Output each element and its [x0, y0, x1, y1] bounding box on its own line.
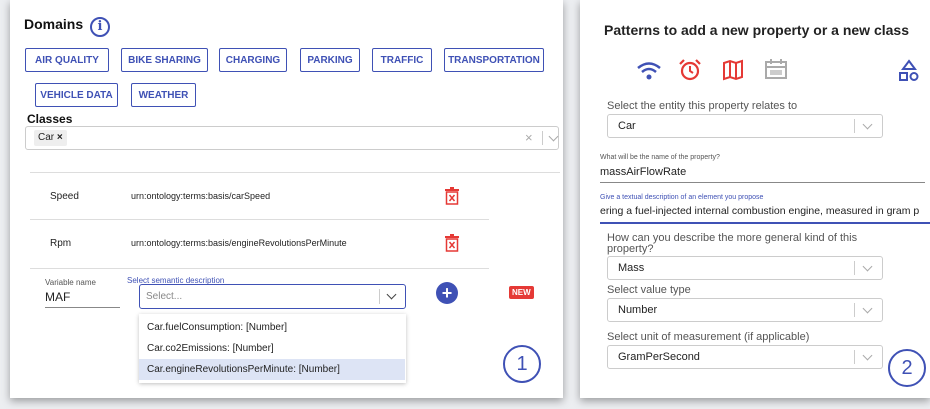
chip-vehicle-data[interactable]: VEHICLE DATA — [35, 83, 118, 107]
variable-name-input[interactable]: MAF — [45, 290, 70, 304]
semantic-annotation-panel: Domains i AIR QUALITY BIKE SHARING CHARG… — [10, 0, 563, 398]
chevron-down-icon[interactable] — [862, 261, 873, 272]
value-type-label: Select value type — [607, 284, 691, 296]
step-number-badge: 1 — [503, 345, 541, 383]
row-name: Rpm — [50, 238, 72, 249]
chip-weather[interactable]: WEATHER — [131, 83, 196, 107]
variable-name-label: Variable name — [45, 278, 96, 287]
calendar-icon[interactable] — [764, 58, 788, 80]
property-name-label: What will be the name of the property? — [600, 154, 720, 161]
dropdown-option-highlighted[interactable]: Car.engineRevolutionsPerMinute: [Number] — [139, 359, 405, 380]
classes-title: Classes — [27, 112, 73, 126]
value-type-select[interactable]: Number — [607, 298, 883, 322]
semantic-placeholder: Select... — [146, 291, 183, 302]
unit-select[interactable]: GramPerSecond — [607, 345, 883, 369]
general-kind-label-cont: property? — [607, 243, 654, 255]
description-underline — [600, 222, 930, 224]
wifi-icon[interactable] — [636, 60, 662, 82]
select-separator — [854, 303, 855, 317]
select-separator — [854, 261, 855, 275]
chip-parking[interactable]: PARKING — [300, 48, 360, 72]
chip-transportation[interactable]: TRANSPORTATION — [444, 48, 544, 72]
domains-title: Domains — [24, 16, 84, 32]
chevron-down-icon[interactable] — [386, 289, 397, 300]
delete-trash-icon[interactable] — [445, 234, 459, 252]
chip-bike-sharing[interactable]: BIKE SHARING — [121, 48, 208, 72]
description-label: Give a textual description of an element… — [600, 194, 764, 201]
select-separator — [542, 131, 543, 145]
new-badge[interactable]: NEW — [509, 286, 534, 299]
add-button[interactable]: + — [436, 282, 458, 304]
row-name: Speed — [50, 191, 79, 202]
step-number-badge: 2 — [888, 349, 926, 387]
table-divider — [30, 172, 560, 173]
classes-select[interactable]: Car × × — [25, 126, 559, 150]
chevron-down-icon[interactable] — [548, 131, 559, 142]
shapes-icon[interactable] — [898, 59, 920, 83]
row-uri: urn:ontology:terms:basis/engineRevolutio… — [131, 238, 347, 248]
variable-name-underline — [45, 307, 120, 308]
class-tag-label: Car — [38, 132, 55, 143]
chip-air-quality[interactable]: AIR QUALITY — [25, 48, 109, 72]
property-name-underline — [600, 182, 925, 183]
select-separator — [854, 119, 855, 133]
class-tag-car: Car × — [34, 130, 67, 146]
property-name-input[interactable]: massAirFlowRate — [600, 166, 686, 178]
value-type-value: Number — [618, 304, 658, 316]
dropdown-option[interactable]: Car.co2Emissions: [Number] — [139, 338, 405, 359]
property-pattern-panel: Patterns to add a new property or a new … — [580, 0, 930, 398]
row-uri: urn:ontology:terms:basis/carSpeed — [131, 191, 271, 201]
semantic-select[interactable]: Select... — [139, 284, 406, 309]
chevron-down-icon[interactable] — [862, 303, 873, 314]
chip-traffic[interactable]: TRAFFIC — [372, 48, 432, 72]
alarm-clock-icon[interactable] — [678, 58, 702, 82]
entity-value: Car — [618, 120, 636, 132]
remove-tag-icon[interactable]: × — [57, 132, 63, 143]
chevron-down-icon[interactable] — [862, 350, 873, 361]
entity-select[interactable]: Car — [607, 114, 883, 138]
unit-value: GramPerSecond — [618, 351, 700, 363]
chevron-down-icon[interactable] — [862, 119, 873, 130]
patterns-title: Patterns to add a new property or a new … — [604, 22, 909, 38]
chip-charging[interactable]: CHARGING — [219, 48, 287, 72]
general-kind-select[interactable]: Mass — [607, 256, 883, 280]
general-kind-value: Mass — [618, 262, 645, 274]
dropdown-option[interactable]: Car.fuelConsumption: [Number] — [139, 317, 405, 338]
unit-label: Select unit of measurement (if applicabl… — [607, 331, 810, 343]
table-row-line — [30, 219, 489, 220]
entity-label: Select the entity this property relates … — [607, 100, 798, 112]
description-input[interactable]: ering a fuel-injected internal combustio… — [600, 205, 930, 217]
clear-icon[interactable]: × — [525, 130, 533, 145]
select-separator — [854, 350, 855, 364]
table-row-line — [30, 268, 489, 269]
map-icon[interactable] — [722, 59, 744, 81]
select-separator — [379, 289, 380, 304]
delete-trash-icon[interactable] — [445, 187, 459, 205]
info-icon[interactable]: i — [90, 17, 110, 37]
